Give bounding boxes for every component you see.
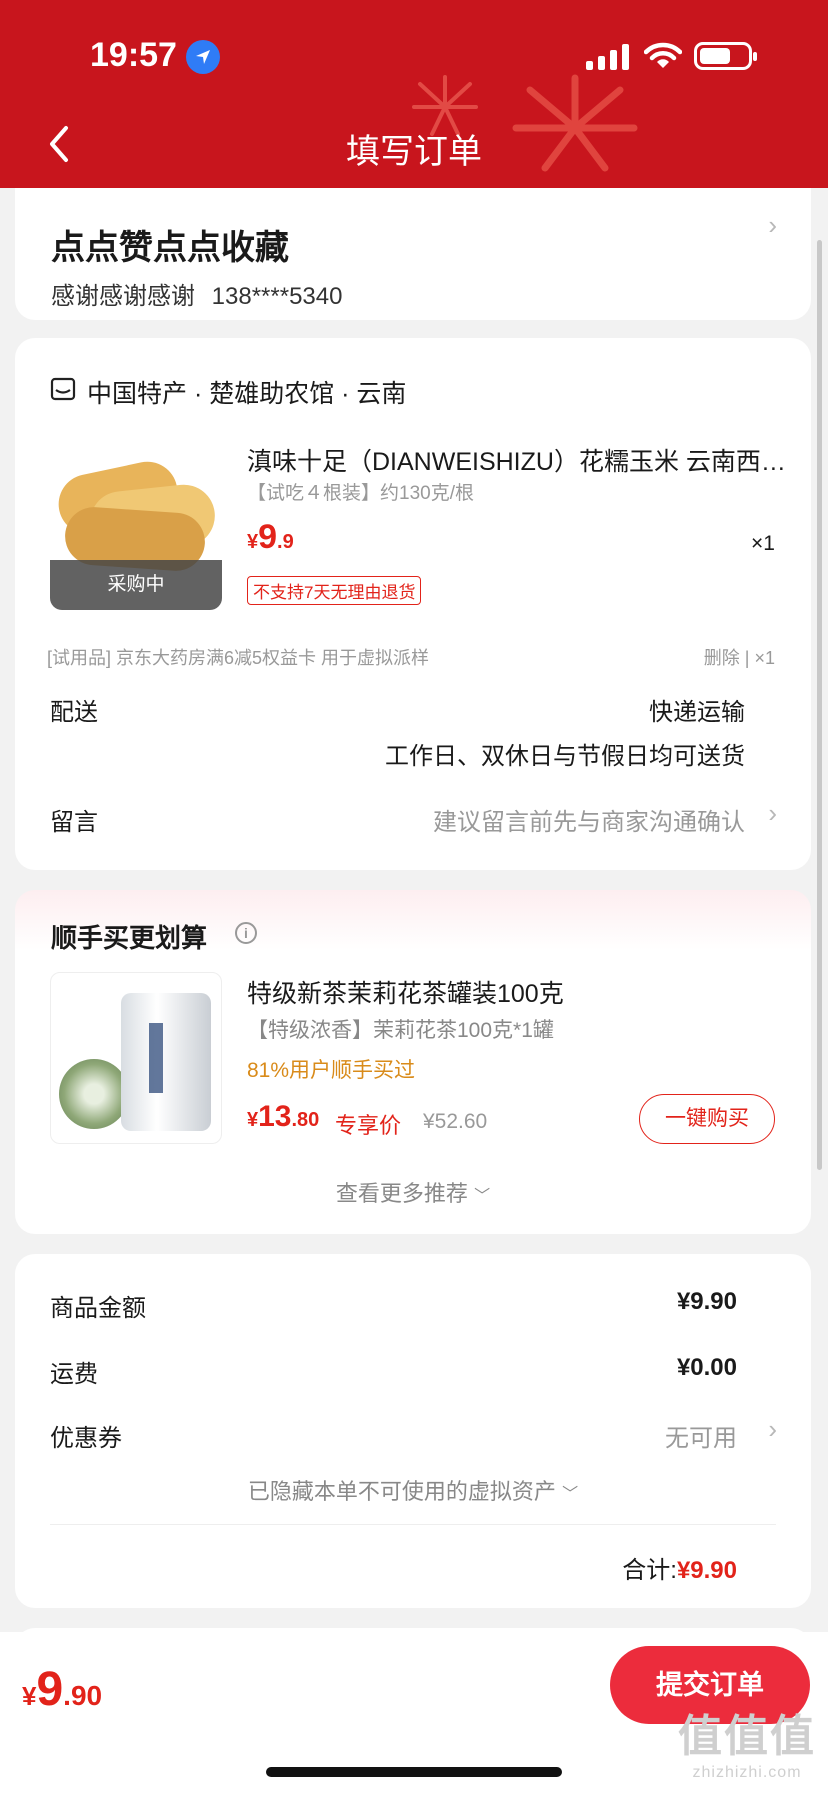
app-header: 19:57 填写订单 bbox=[0, 0, 828, 188]
product-price: ¥9.9 bbox=[247, 518, 294, 556]
hidden-assets-toggle[interactable]: 已隐藏本单不可使用的虚拟资产 ﹀ bbox=[15, 1474, 811, 1506]
scrollbar[interactable] bbox=[817, 240, 822, 1170]
home-indicator[interactable] bbox=[266, 1767, 562, 1777]
bottom-total-price: ¥9.90 bbox=[22, 1663, 103, 1716]
address-card[interactable]: 点点赞点点收藏 感谢感谢感谢 138****5340 › bbox=[15, 170, 811, 320]
battery-icon bbox=[694, 42, 757, 70]
watermark-logo: 值值值 zhizhizhi.com bbox=[678, 1712, 816, 1781]
chevron-right-icon: › bbox=[768, 798, 777, 828]
recommend-item-price: ¥13.80 bbox=[247, 1100, 320, 1133]
coupon-label: 优惠券 bbox=[50, 1425, 122, 1452]
recommend-item-users: 81%用户顺手买过 bbox=[247, 1059, 416, 1082]
store-name[interactable]: 中国特产 · 楚雄助农馆 · 云南 bbox=[87, 374, 406, 410]
shipping-value: ¥0.00 bbox=[676, 1354, 737, 1381]
contact-phone: 138****5340 bbox=[211, 283, 343, 310]
recommend-item-name[interactable]: 特级新茶茉莉花茶罐装100克 bbox=[247, 974, 564, 1010]
total-label: 合计: bbox=[622, 1557, 677, 1584]
recommend-card: 顺手买更划算 i 特级新茶茉莉花茶罐装100克 【特级浓香】茉莉花茶100克*1… bbox=[15, 890, 811, 1234]
original-price: ¥52.60 bbox=[423, 1110, 488, 1133]
goods-amount-value: ¥9.90 bbox=[676, 1288, 737, 1315]
chevron-right-icon: › bbox=[768, 1414, 777, 1444]
exclusive-price-label: 专享价 bbox=[335, 1113, 402, 1138]
wifi-icon bbox=[644, 42, 682, 68]
more-recommend-label: 查看更多推荐 bbox=[335, 1181, 468, 1206]
message-input[interactable]: 建议留言前先与商家沟通确认 bbox=[433, 802, 745, 837]
tea-product-image[interactable] bbox=[50, 972, 222, 1144]
more-recommend-button[interactable]: 查看更多推荐 ﹀ bbox=[15, 1176, 811, 1208]
shipping-label: 运费 bbox=[50, 1361, 98, 1388]
price-summary-card: 商品金额 ¥9.90 运费 ¥0.00 优惠券 无可用 › 已隐藏本单不可使用的… bbox=[15, 1254, 811, 1608]
contact-name: 感谢感谢感谢 bbox=[51, 283, 195, 310]
gift-delete-button[interactable]: 删除 | ×1 bbox=[704, 644, 775, 670]
product-title[interactable]: 滇味十足（DIANWEISHIZU）花糯玉米 云南西双版纳 bbox=[247, 442, 792, 478]
delivery-schedule: 工作日、双休日与节假日均可送货 bbox=[385, 743, 745, 770]
purchasing-tag: 采购中 bbox=[50, 560, 222, 610]
location-arrow-icon bbox=[186, 40, 220, 74]
address-name: 点点赞点点收藏 bbox=[51, 229, 289, 267]
delivery-method[interactable]: 快递运输 bbox=[649, 692, 745, 727]
recommend-title: 顺手买更划算 bbox=[51, 923, 208, 953]
hidden-assets-label: 已隐藏本单不可使用的虚拟资产 bbox=[247, 1479, 556, 1504]
message-label: 留言 bbox=[50, 809, 98, 836]
order-card: 中国特产 · 楚雄助农馆 · 云南 采购中 滇味十足（DIANWEISHIZU）… bbox=[15, 338, 811, 870]
recommend-item-spec: 【特级浓香】茉莉花茶100克*1罐 bbox=[247, 1019, 554, 1042]
chevron-right-icon: › bbox=[768, 210, 777, 240]
page-title: 填写订单 bbox=[346, 133, 482, 171]
cellular-signal-icon bbox=[586, 44, 629, 70]
divider bbox=[50, 1524, 776, 1525]
info-icon[interactable]: i bbox=[235, 922, 257, 944]
product-quantity: ×1 bbox=[751, 532, 775, 555]
product-spec: 【试吃４根装】约130克/根 bbox=[247, 483, 474, 504]
total-line: 合计:¥9.90 bbox=[622, 1550, 737, 1585]
coupon-value[interactable]: 无可用 bbox=[665, 1418, 737, 1453]
gift-item-text: [试用品] 京东大药房满6减5权益卡 用于虚拟派样 bbox=[47, 648, 430, 668]
delivery-label: 配送 bbox=[50, 699, 98, 726]
one-click-buy-button[interactable]: 一键购买 bbox=[639, 1094, 775, 1144]
total-value: ¥9.90 bbox=[676, 1557, 737, 1584]
product-image[interactable]: 采购中 bbox=[50, 438, 222, 610]
goods-amount-label: 商品金额 bbox=[50, 1295, 146, 1322]
chevron-down-icon: ﹀ bbox=[562, 1486, 579, 1503]
status-time: 19:57 bbox=[90, 36, 177, 74]
address-contact: 感谢感谢感谢 138****5340 bbox=[51, 276, 342, 311]
chevron-down-icon: ﹀ bbox=[474, 1188, 491, 1205]
store-icon bbox=[50, 377, 76, 401]
no-return-badge: 不支持7天无理由退货 bbox=[247, 576, 422, 605]
